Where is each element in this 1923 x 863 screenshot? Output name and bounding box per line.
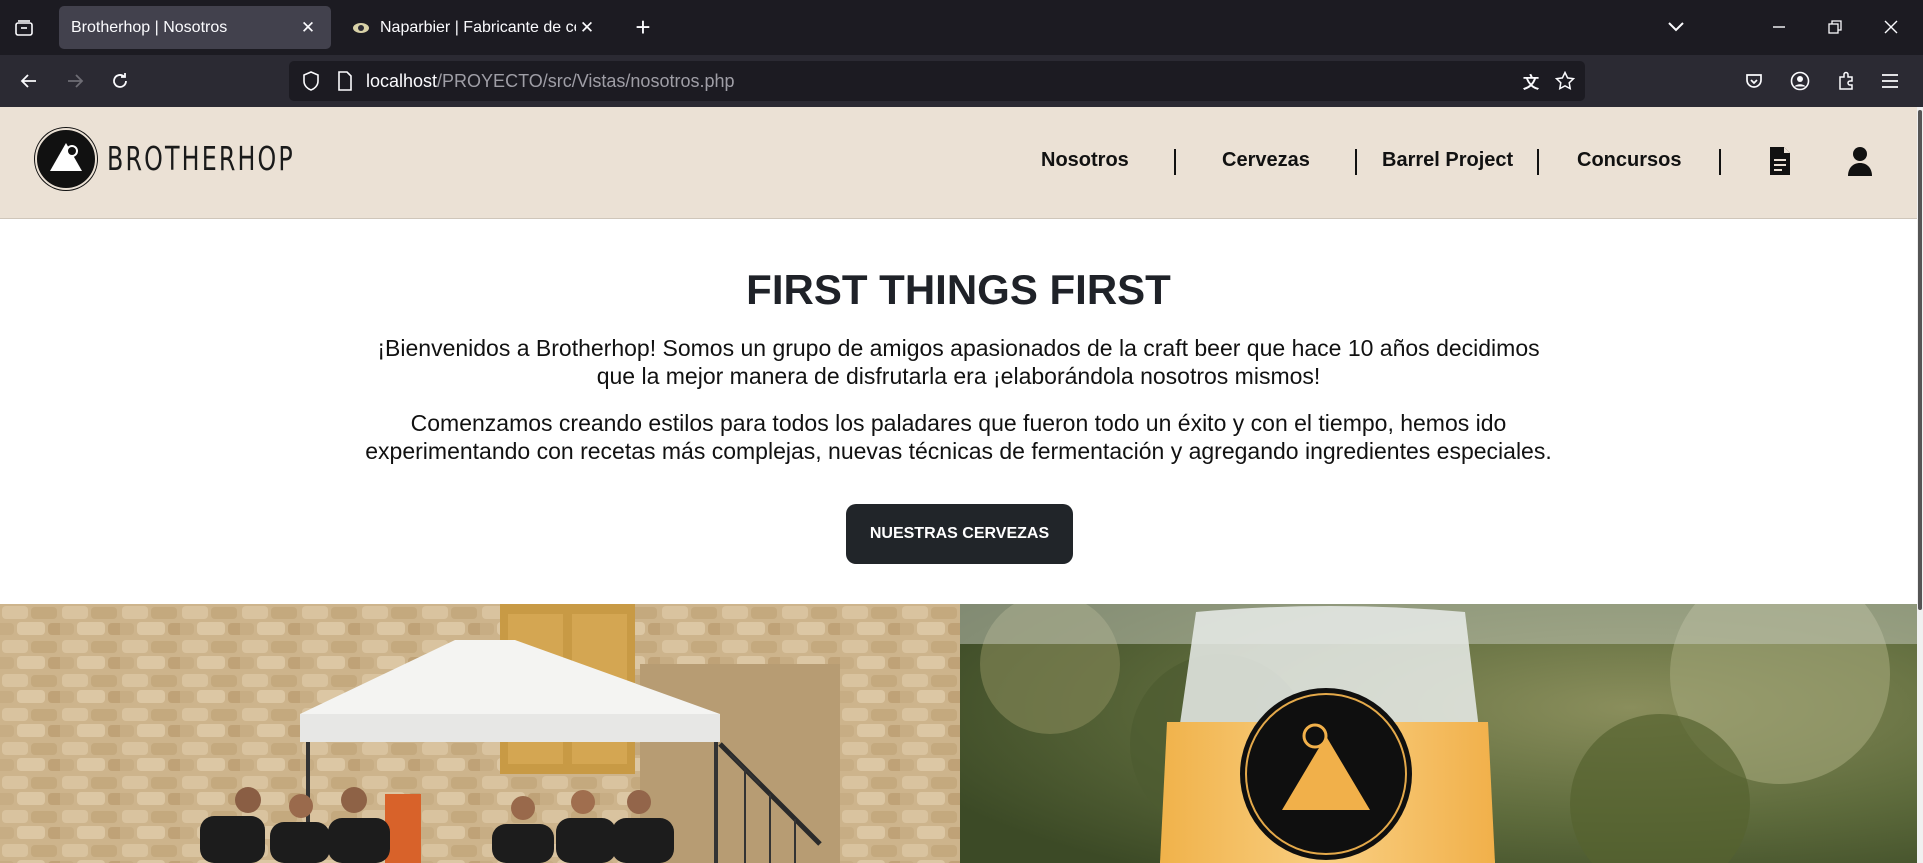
- our-beers-button[interactable]: NUESTRAS CERVEZAS: [846, 504, 1073, 564]
- nav-divider: [1719, 149, 1721, 175]
- url-path: /PROYECTO/src/Vistas/nosotros.php: [437, 71, 735, 91]
- back-arrow-icon[interactable]: [16, 68, 42, 94]
- tab-title: Naparbier | Fabricante de cerve: [380, 18, 576, 36]
- scrollbar-thumb[interactable]: [1918, 110, 1922, 610]
- minimize-icon[interactable]: [1766, 14, 1792, 40]
- site-header: BROTHERHOP Nosotros Cervezas Barrel Proj…: [0, 107, 1917, 219]
- brand-name[interactable]: BROTHERHOP: [107, 139, 295, 178]
- shield-icon[interactable]: [299, 69, 323, 93]
- intro-paragraph-line2: que la mejor manera de disfrutarla era ¡…: [596, 363, 1321, 389]
- close-icon[interactable]: ✕: [576, 17, 598, 39]
- browser-nav-bar: localhost/PROYECTO/src/Vistas/nosotros.p…: [0, 55, 1923, 107]
- url-host: localhost: [366, 71, 438, 91]
- url-bar[interactable]: localhost/PROYECTO/src/Vistas/nosotros.p…: [289, 61, 1585, 101]
- extensions-icon[interactable]: [1833, 68, 1859, 94]
- reload-icon[interactable]: [107, 68, 133, 94]
- browser-tab-bar: Brotherhop | Nosotros ✕ Naparbier | Fabr…: [0, 0, 1923, 55]
- tab-naparbier[interactable]: Naparbier | Fabricante de cerve ✕: [340, 6, 610, 49]
- star-icon[interactable]: [1553, 69, 1577, 93]
- beer-glass-photo: [960, 604, 1917, 863]
- intro-paragraph-line1: ¡Bienvenidos a Brotherhop! Somos un grup…: [377, 335, 1540, 361]
- close-icon[interactable]: ✕: [297, 17, 319, 39]
- tab-list-icon[interactable]: [12, 16, 36, 40]
- pocket-icon[interactable]: [1741, 68, 1767, 94]
- brand-logo-icon[interactable]: [34, 127, 98, 191]
- tab-title: Brotherhop | Nosotros: [71, 18, 228, 36]
- menu-hamburger-icon[interactable]: [1877, 68, 1903, 94]
- close-window-icon[interactable]: [1878, 14, 1904, 40]
- account-icon[interactable]: [1787, 68, 1813, 94]
- tab-brotherhop[interactable]: Brotherhop | Nosotros ✕: [59, 6, 331, 49]
- nav-divider: [1174, 149, 1176, 175]
- team-photo: [0, 604, 960, 863]
- chevron-down-icon[interactable]: [1663, 14, 1689, 40]
- nav-nosotros[interactable]: Nosotros: [1041, 149, 1129, 172]
- nav-divider: [1355, 149, 1357, 175]
- new-tab-icon[interactable]: +: [630, 12, 656, 42]
- history-paragraph-line2: experimentando con recetas más complejas…: [365, 438, 1552, 464]
- user-icon[interactable]: [1844, 143, 1876, 179]
- translate-icon[interactable]: 文: [1519, 69, 1543, 93]
- nav-cervezas[interactable]: Cervezas: [1222, 149, 1310, 172]
- nav-divider: [1537, 149, 1539, 175]
- restore-icon[interactable]: [1822, 14, 1848, 40]
- document-icon[interactable]: [1764, 143, 1796, 179]
- history-paragraph-line1: Comenzamos creando estilos para todos lo…: [410, 410, 1507, 436]
- page-icon[interactable]: [333, 69, 357, 93]
- nav-concursos[interactable]: Concursos: [1577, 149, 1681, 172]
- page-title: FIRST THINGS FIRST: [746, 266, 1171, 313]
- nav-barrel-project[interactable]: Barrel Project: [1382, 149, 1513, 172]
- url-text[interactable]: localhost/PROYECTO/src/Vistas/nosotros.p…: [366, 71, 735, 92]
- forward-arrow-icon[interactable]: [62, 68, 88, 94]
- naparbier-favicon-icon: [353, 22, 369, 33]
